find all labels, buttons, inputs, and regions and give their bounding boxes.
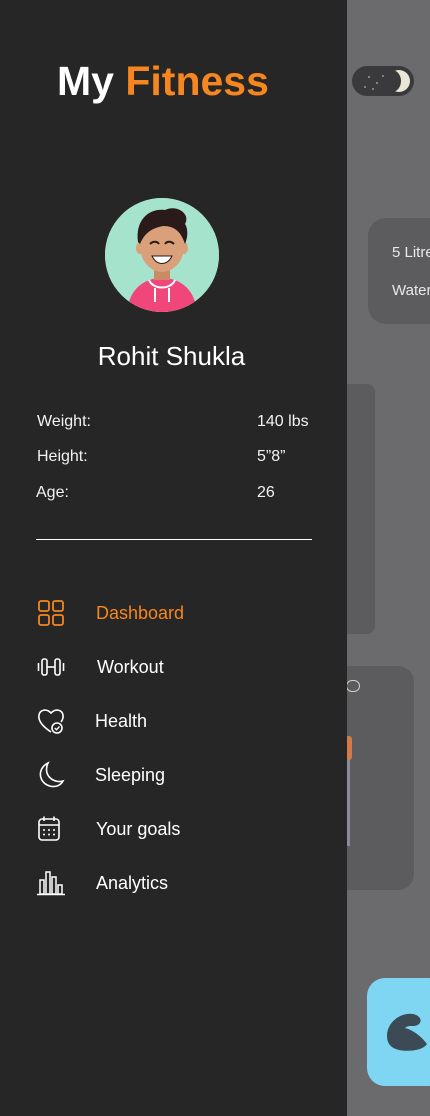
- bar-chart-icon: [37, 871, 65, 896]
- water-amount: 5 Litre: [392, 244, 430, 261]
- weight-value: 140 lbs: [257, 413, 309, 430]
- height-label: Height:: [37, 448, 88, 465]
- water-label: Water: [392, 282, 430, 299]
- nav-label-workout: Workout: [97, 657, 164, 677]
- navigation-drawer: My Fitness Rohit Shukla Weight: 140 lbs …: [0, 0, 347, 1116]
- calendar-icon: [38, 816, 60, 841]
- nav-label-health: Health: [95, 711, 148, 731]
- theme-toggle[interactable]: [352, 66, 414, 96]
- nav-item-dashboard[interactable]: Dashboard: [36, 598, 326, 632]
- nav-item-workout[interactable]: Workout: [36, 652, 326, 686]
- profile-name: Rohit Shukla: [97, 341, 246, 371]
- app-title-part1: My: [57, 58, 114, 104]
- height-value: 5”8”: [257, 448, 286, 465]
- dumbbell-icon: [37, 658, 65, 676]
- avatar-icon[interactable]: [105, 198, 219, 312]
- weight-label: Weight:: [37, 413, 91, 430]
- nav-label-dashboard: Dashboard: [96, 603, 185, 623]
- grid-icon: [38, 600, 64, 626]
- card-badge: [346, 680, 360, 692]
- nav-label-your-goals: Your goals: [96, 819, 181, 839]
- app-title-part2: Fitness: [125, 58, 269, 104]
- nav-item-analytics[interactable]: Analytics: [36, 868, 326, 902]
- nav-item-sleeping[interactable]: Sleeping: [36, 760, 326, 794]
- app-logo: My Fitness: [57, 58, 269, 105]
- moon-toggle-icon: [383, 70, 410, 92]
- nav-item-your-goals[interactable]: Your goals: [36, 814, 326, 848]
- water-card[interactable]: 5 Litre Water: [368, 218, 430, 324]
- moon-icon: [39, 761, 65, 788]
- divider: [36, 539, 312, 540]
- age-label: Age:: [36, 484, 69, 501]
- muscle-icon: [387, 1013, 427, 1051]
- nav-label-sleeping: Sleeping: [95, 765, 166, 785]
- workout-card[interactable]: [367, 978, 430, 1086]
- nav-label-analytics: Analytics: [96, 873, 169, 893]
- nav-item-health[interactable]: Health: [36, 706, 326, 740]
- heart-check-icon: [38, 709, 64, 734]
- age-value: 26: [257, 484, 275, 501]
